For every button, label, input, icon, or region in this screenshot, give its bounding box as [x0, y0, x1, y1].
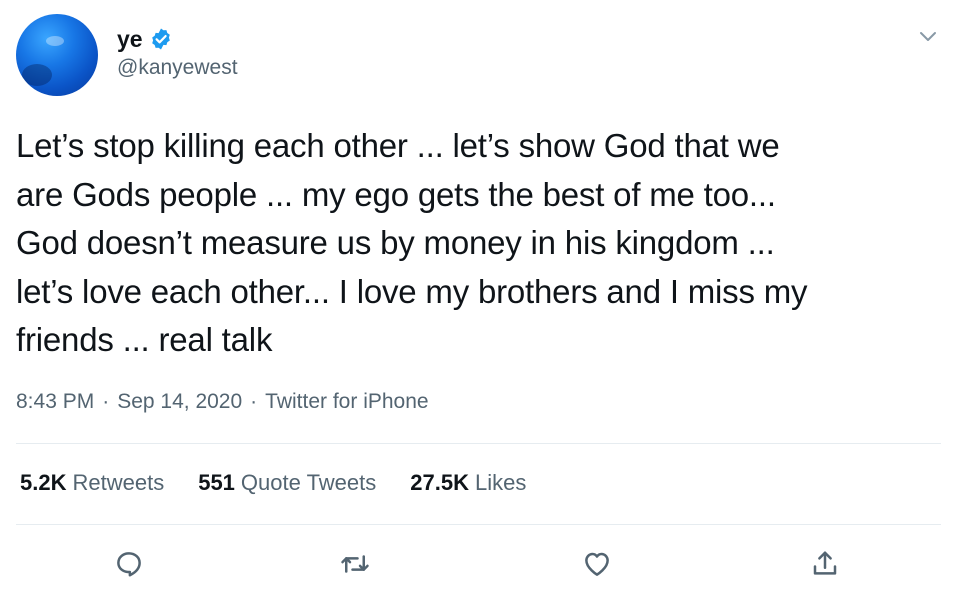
divider — [16, 443, 941, 444]
tweet-card: ye @kanyewest Let’s stop killing each ot… — [0, 0, 960, 601]
share-button[interactable] — [808, 547, 842, 581]
heart-icon — [585, 552, 609, 576]
divider — [16, 524, 941, 525]
retweets-count: 5.2K — [20, 470, 67, 495]
retweets-label: Retweets — [72, 470, 165, 495]
avatar-glint — [46, 36, 64, 46]
tweet-time[interactable]: 8:43 PM — [16, 390, 94, 414]
author-name-row: ye — [117, 24, 173, 54]
retweets-stat[interactable]: 5.2K Retweets — [20, 470, 164, 496]
quote-tweets-count: 551 — [198, 470, 235, 495]
tweet-meta: 8:43 PM · Sep 14, 2020 · Twitter for iPh… — [16, 390, 429, 414]
chevron-down-icon[interactable] — [916, 24, 940, 48]
author-handle[interactable]: @kanyewest — [117, 56, 238, 80]
like-button[interactable] — [580, 547, 614, 581]
reply-icon — [117, 552, 141, 577]
likes-label: Likes — [474, 470, 527, 495]
retweet-button[interactable] — [338, 547, 372, 581]
verified-badge-icon — [149, 27, 173, 51]
quote-tweets-stat[interactable]: 551 Quote Tweets — [198, 470, 376, 496]
engagement-stats: 5.2K Retweets 551 Quote Tweets 27.5K Lik… — [20, 470, 526, 496]
meta-separator: · — [250, 390, 258, 413]
avatar[interactable] — [16, 14, 98, 96]
avatar-shade — [22, 64, 52, 86]
likes-stat[interactable]: 27.5K Likes — [410, 470, 526, 496]
meta-separator: · — [102, 390, 110, 413]
likes-count: 27.5K — [410, 470, 469, 495]
quote-tweets-label: Quote Tweets — [240, 470, 377, 495]
display-name[interactable]: ye — [117, 26, 143, 53]
tweet-date[interactable]: Sep 14, 2020 — [117, 390, 242, 414]
reply-button[interactable] — [112, 547, 146, 581]
share-icon — [813, 551, 837, 575]
tweet-source[interactable]: Twitter for iPhone — [265, 390, 428, 414]
tweet-text: Let’s stop killing each other ... let’s … — [16, 127, 808, 358]
retweet-icon — [341, 555, 369, 573]
